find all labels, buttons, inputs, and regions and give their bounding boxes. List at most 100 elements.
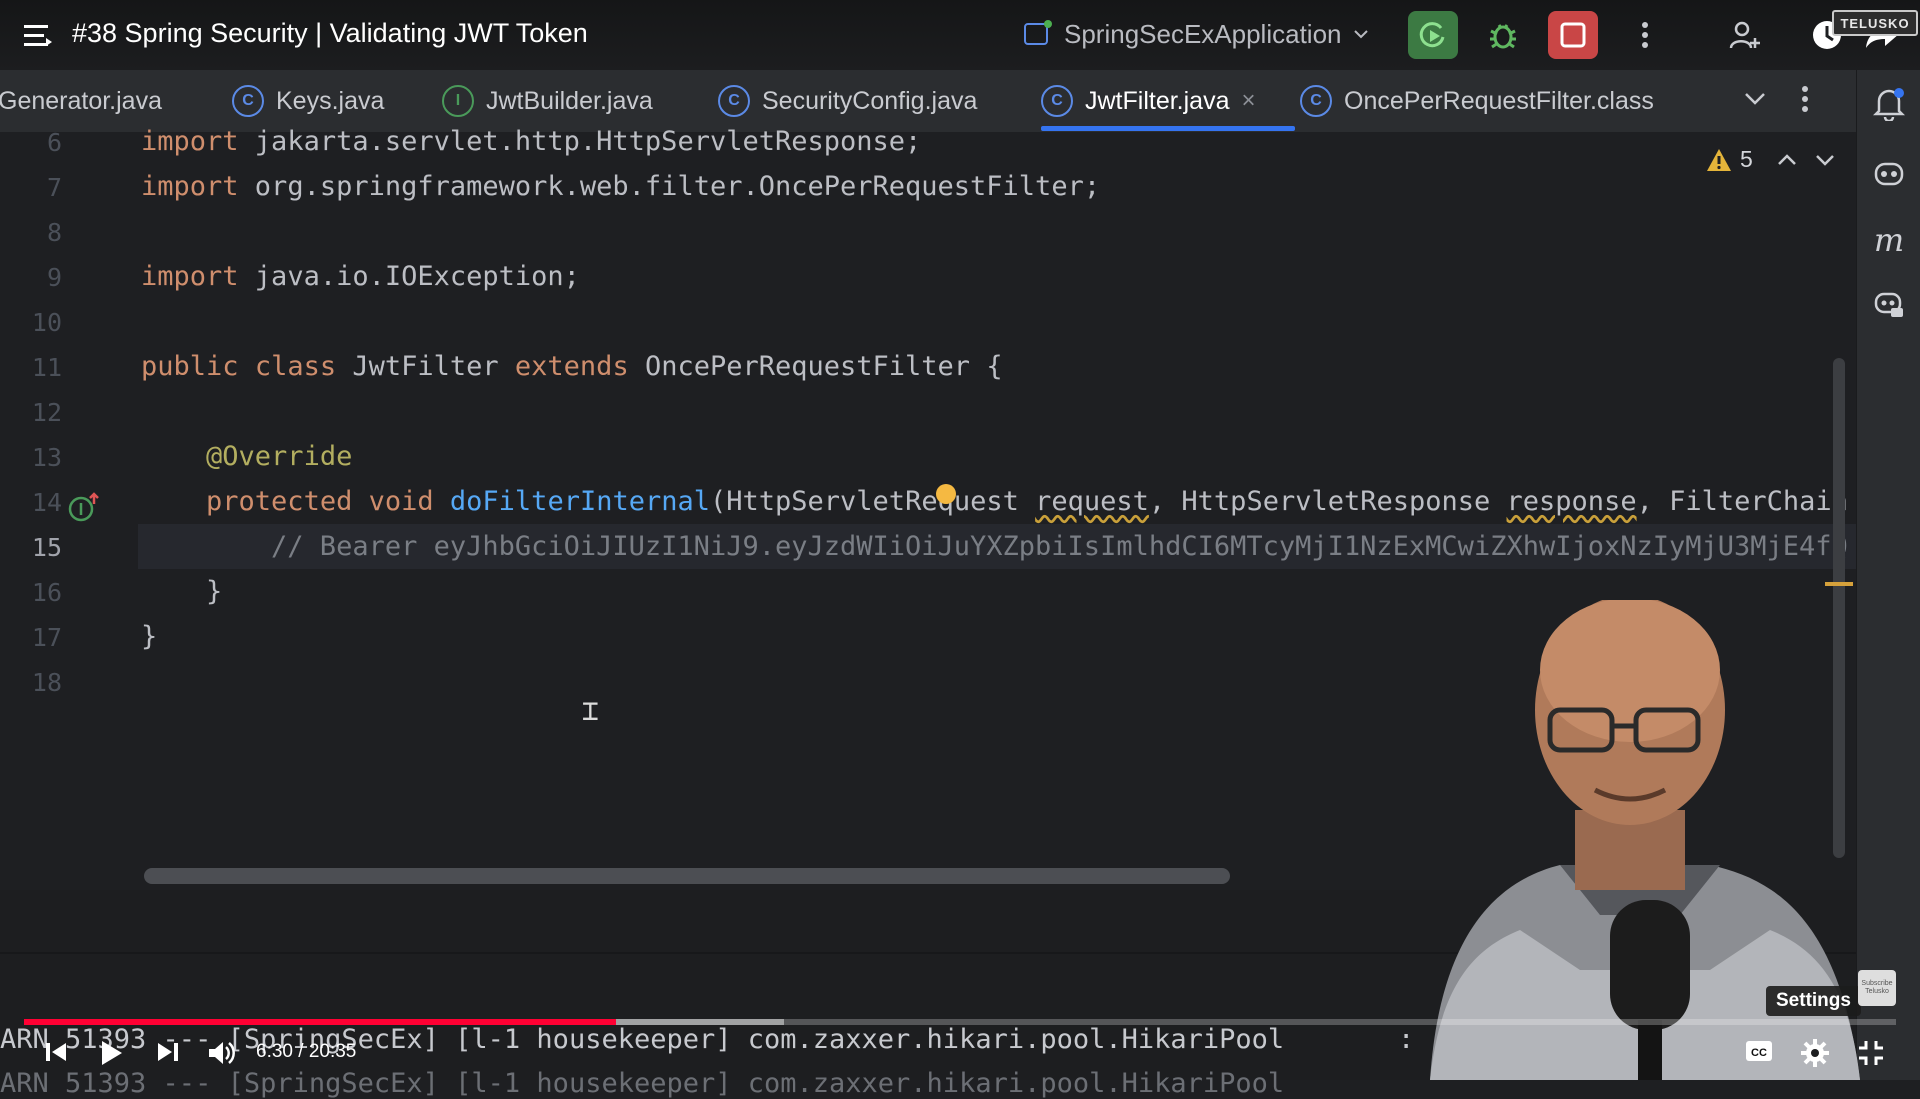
chevron-down-icon[interactable]: [1742, 86, 1768, 112]
tab-label: Generator.java: [0, 86, 162, 115]
warning-count: 5: [1740, 146, 1753, 172]
code-token: extends: [514, 351, 629, 382]
add-user-button[interactable]: [1720, 11, 1770, 59]
code-line[interactable]: protected void doFilterInternal(HttpServ…: [141, 486, 1848, 517]
progress-played[interactable]: [24, 1019, 616, 1025]
code-token: }: [141, 576, 223, 607]
code-token: void: [368, 486, 434, 517]
code-token: class: [254, 351, 337, 382]
code-line[interactable]: }: [141, 576, 222, 607]
code-token: public: [141, 351, 239, 382]
tab-securityconfig-java[interactable]: C SecurityConfig.java: [718, 70, 977, 132]
menu-icon[interactable]: [24, 22, 54, 50]
bell-icon: [1873, 88, 1905, 121]
run-config-label: SpringSecExApplication: [1064, 18, 1342, 49]
debug-button[interactable]: [1478, 11, 1528, 59]
code-line[interactable]: // Bearer eyJhbGciOiJIUzI1NiJ9.eyJzdWIiO…: [141, 531, 1848, 562]
code-line[interactable]: import java.io.IOException;: [141, 261, 580, 292]
code-token: import: [141, 126, 239, 157]
inspection-widget[interactable]: 5: [1706, 146, 1753, 173]
tab-onceperrequestfilter-class[interactable]: C OncePerRequestFilter.class: [1300, 70, 1654, 132]
tab-jwtbuilder-java[interactable]: I JwtBuilder.java: [442, 70, 653, 132]
stop-icon: [1560, 22, 1586, 48]
close-icon[interactable]: ×: [1241, 87, 1255, 115]
code-token: , FilterChain: [1636, 486, 1848, 517]
rerun-button[interactable]: [1408, 11, 1458, 59]
line-number: 8: [46, 218, 62, 247]
line-number: 18: [31, 668, 62, 697]
line-number: 9: [46, 263, 62, 292]
implements-method-icon[interactable]: [68, 490, 102, 524]
class-icon: C: [1300, 85, 1332, 117]
line-number: 12: [31, 398, 62, 427]
notifications-button[interactable]: [1869, 84, 1909, 124]
line-number: 16: [31, 578, 62, 607]
code-token: }: [141, 621, 158, 652]
maven-icon: m: [1873, 221, 1905, 259]
svg-text:CC: CC: [1751, 1047, 1767, 1059]
stop-button[interactable]: [1548, 11, 1598, 59]
class-icon: C: [1041, 85, 1073, 117]
code-token: , HttpServletResponse: [1148, 486, 1507, 517]
tab-generator-java[interactable]: Generator.java: [0, 70, 162, 132]
rerun-icon: [1419, 22, 1445, 48]
previous-icon[interactable]: [42, 1038, 70, 1066]
code-token: protected: [206, 486, 353, 517]
ai-assistant-button[interactable]: [1869, 152, 1909, 192]
run-configuration-selector[interactable]: SpringSecExApplication: [1022, 14, 1370, 54]
pointer-highlight: [936, 484, 956, 504]
volume-icon[interactable]: [206, 1038, 236, 1068]
tab-label: Keys.java: [276, 86, 385, 115]
tab-label: JwtBuilder.java: [486, 86, 653, 115]
settings-gear-icon[interactable]: [1800, 1038, 1830, 1068]
code-token: JwtFilter: [336, 351, 515, 382]
bug-icon: [1490, 24, 1516, 49]
code-token: java.io.IOException;: [238, 261, 580, 292]
console-line: ARN 51393 --- [SpringSecEx] [l-1 houseke…: [0, 1068, 1285, 1099]
interface-icon: I: [442, 85, 474, 117]
subscribe-watermark[interactable]: Subscribe Telusko: [1858, 970, 1896, 1006]
code-line[interactable]: @Override: [141, 441, 352, 472]
chevron-down-icon: [1353, 30, 1368, 39]
line-number: 11: [31, 353, 62, 382]
chevron-down-icon[interactable]: [1814, 150, 1836, 170]
tab-jwtfilter-java[interactable]: C JwtFilter.java ×: [1041, 70, 1256, 132]
code-comment: // Bearer eyJhbGciOiJIUzI1NiJ9.eyJzdWIiO…: [141, 531, 1848, 562]
class-icon: C: [718, 85, 750, 117]
code-line[interactable]: import jakarta.servlet.http.HttpServletR…: [141, 126, 921, 157]
chevron-up-icon[interactable]: [1776, 150, 1798, 170]
code-token: @Override: [206, 441, 353, 472]
code-token: OncePerRequestFilter {: [628, 351, 1003, 382]
code-token: response: [1506, 486, 1637, 517]
line-number: 10: [31, 308, 62, 337]
add-user-icon: [1729, 21, 1760, 49]
class-icon: C: [232, 85, 264, 117]
copilot-chat-icon: [1874, 292, 1903, 317]
horizontal-scrollbar[interactable]: [144, 868, 1230, 884]
warning-stripe-marker[interactable]: [1825, 582, 1853, 586]
code-line[interactable]: public class JwtFilter extends OncePerRe…: [141, 351, 1003, 382]
maven-button[interactable]: m: [1869, 220, 1909, 260]
captions-icon[interactable]: CC: [1744, 1038, 1774, 1064]
tab-keys-java[interactable]: C Keys.java: [232, 70, 384, 132]
copilot-chat-button[interactable]: [1869, 284, 1909, 324]
play-icon[interactable]: [96, 1038, 126, 1068]
code-token: doFilterInternal: [449, 486, 710, 517]
kebab-icon[interactable]: [1800, 84, 1810, 114]
line-number: 15: [31, 533, 62, 562]
text-cursor-icon: ⌶: [582, 694, 599, 727]
active-tab-indicator: [1041, 126, 1295, 131]
code-line[interactable]: import org.springframework.web.filter.On…: [141, 171, 1100, 202]
more-actions-button[interactable]: [1620, 11, 1670, 59]
code-line[interactable]: }: [141, 621, 157, 652]
next-icon[interactable]: [154, 1038, 182, 1066]
warning-icon: [1707, 148, 1731, 171]
exit-fullscreen-icon[interactable]: [1856, 1038, 1886, 1068]
line-number: 6: [46, 128, 62, 157]
video-title: #38 Spring Security | Validating JWT Tok…: [72, 18, 588, 48]
